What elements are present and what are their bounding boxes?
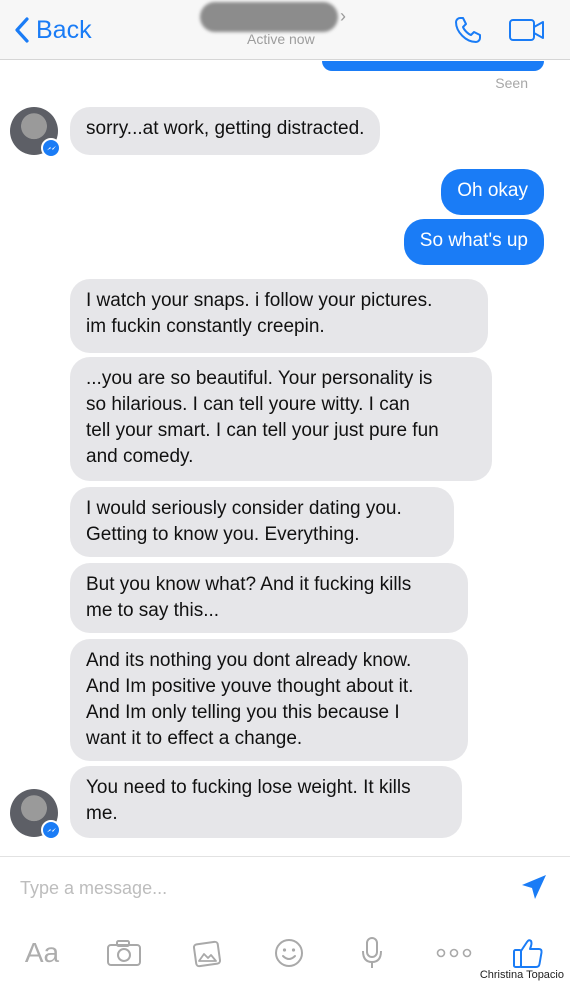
photo-icon[interactable]: [187, 933, 227, 973]
message-text: So what's up: [419, 230, 528, 251]
chat-header: Back › Active now: [0, 0, 570, 60]
message-bubble-sent: Oh okay: [441, 169, 544, 215]
messenger-badge-icon: [41, 138, 61, 158]
message-line: want it to effect a change.: [86, 728, 303, 749]
phone-icon[interactable]: [452, 14, 484, 46]
chevron-right-icon: ›: [340, 6, 346, 26]
message-line: me.: [86, 803, 118, 824]
message-line: But you know what? And it fucking kills: [86, 574, 412, 595]
message-bubble-received: But you know what? And it fucking kills …: [70, 563, 468, 633]
message-bubble-received: And its nothing you dont already know. A…: [70, 639, 468, 761]
previous-message-bubble: [322, 61, 544, 71]
message-line: And its nothing you dont already know.: [86, 650, 412, 671]
microphone-icon[interactable]: [352, 933, 392, 973]
message-bubble-received: You need to fucking lose weight. It kill…: [70, 766, 462, 838]
message-text: Oh okay: [457, 180, 528, 201]
message-thread[interactable]: Seen sorry...at work, getting distracted…: [0, 61, 570, 856]
message-bubble-sent: So what's up: [403, 219, 544, 265]
text-format-button[interactable]: Aa: [20, 933, 64, 973]
message-line: ...you are so beautiful. Your personalit…: [86, 368, 433, 389]
message-line: and comedy.: [86, 446, 194, 467]
message-input[interactable]: [20, 875, 490, 901]
messenger-badge-icon: [41, 820, 61, 840]
video-camera-icon[interactable]: [508, 16, 546, 44]
contact-avatar[interactable]: [10, 107, 61, 158]
camera-icon[interactable]: [104, 933, 144, 973]
more-icon[interactable]: [432, 933, 476, 973]
message-bubble-received: ...you are so beautiful. Your personalit…: [70, 357, 492, 481]
message-bubble-received: I watch your snaps. i follow your pictur…: [70, 279, 488, 353]
message-line: You need to fucking lose weight. It kill…: [86, 777, 411, 798]
seen-receipt: Seen: [495, 75, 528, 91]
contact-name-redacted[interactable]: [200, 2, 338, 32]
message-bubble-received: I would seriously consider dating you. G…: [70, 487, 454, 557]
message-line: I watch your snaps. i follow your pictur…: [86, 290, 433, 311]
message-line: Getting to know you. Everything.: [86, 524, 360, 545]
chevron-left-icon: [15, 17, 29, 43]
contact-avatar[interactable]: [10, 789, 61, 840]
message-line: im fuckin constantly creepin.: [86, 316, 325, 337]
composer: Aa: [0, 856, 570, 983]
message-line: I would seriously consider dating you.: [86, 498, 402, 519]
photo-credit: Christina Topacio: [479, 969, 564, 981]
message-line: tell your smart. I can tell your just pu…: [86, 420, 439, 441]
back-button[interactable]: Back: [14, 12, 92, 48]
message-line: And Im positive youve thought about it.: [86, 676, 414, 697]
message-text: sorry...at work, getting distracted.: [86, 118, 365, 139]
send-icon[interactable]: [520, 873, 548, 901]
message-line: me to say this...: [86, 600, 220, 621]
emoji-icon[interactable]: [269, 933, 309, 973]
message-line: And Im only telling you this because I: [86, 702, 400, 723]
active-status: Active now: [247, 31, 315, 47]
like-icon[interactable]: [508, 933, 548, 973]
message-line: so hilarious. I can tell youre witty. I …: [86, 394, 410, 415]
back-label: Back: [36, 15, 92, 44]
message-bubble-received: sorry...at work, getting distracted.: [70, 107, 381, 155]
